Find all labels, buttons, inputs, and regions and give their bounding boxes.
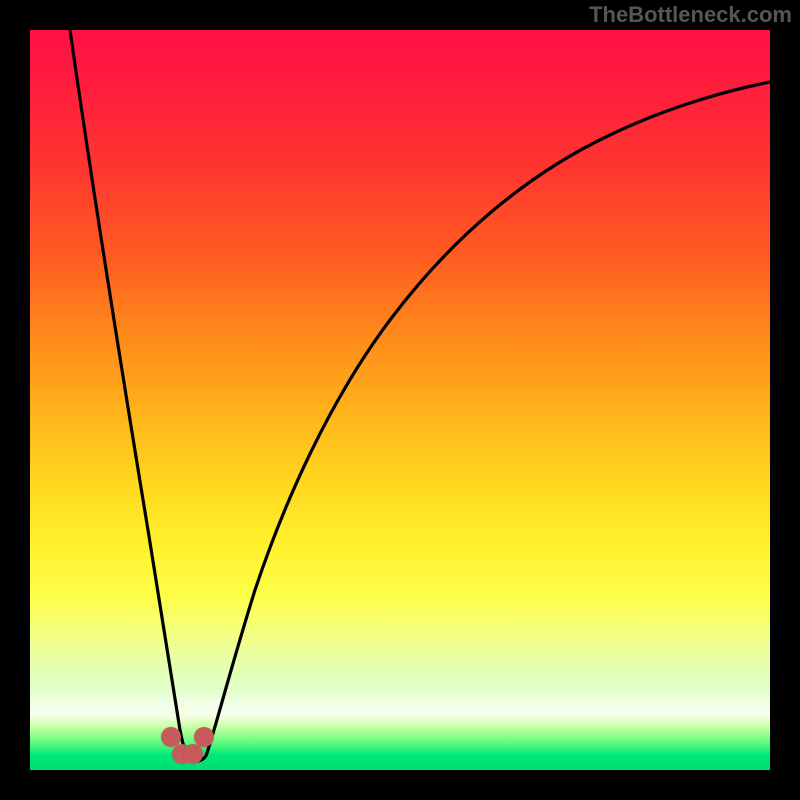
curve-left-branch [70,30,188,756]
bottleneck-curve [30,30,770,770]
minimum-marker [183,744,203,764]
curve-right-branch [206,82,770,756]
chart-frame: TheBottleneck.com [0,0,800,800]
watermark-text: TheBottleneck.com [589,2,792,28]
plot-area [30,30,770,770]
minimum-marker [194,727,214,747]
